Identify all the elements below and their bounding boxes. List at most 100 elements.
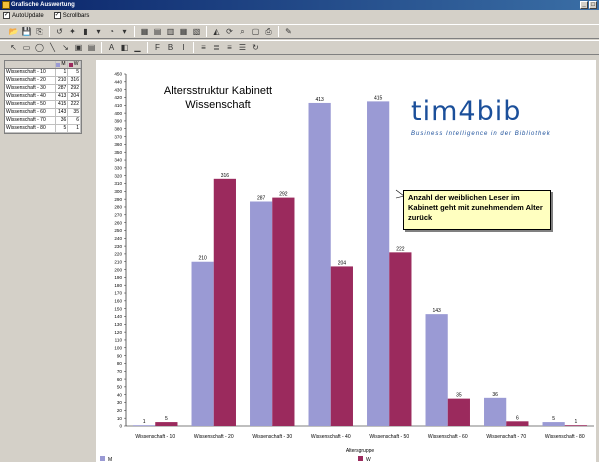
text-icon[interactable]: A bbox=[106, 42, 117, 53]
table-row[interactable]: Wissenschaft - 10 1 5 bbox=[5, 69, 81, 77]
open-icon[interactable]: 📂 bbox=[8, 26, 19, 37]
row-label[interactable]: Wissenschaft - 10 bbox=[5, 69, 56, 76]
cell-m[interactable]: 5 bbox=[56, 125, 69, 132]
row-label[interactable]: Wissenschaft - 80 bbox=[5, 125, 56, 132]
chart-wizard-icon[interactable]: ✦ bbox=[67, 26, 78, 37]
font-icon[interactable]: F bbox=[152, 42, 163, 53]
rotate-icon[interactable]: ⟳ bbox=[224, 26, 235, 37]
scrollbars-label: Scrollbars bbox=[62, 12, 90, 19]
y-tick-label: 290 bbox=[114, 197, 122, 202]
chart-type-icon[interactable]: ▮ bbox=[80, 26, 91, 37]
series-legend-icon[interactable]: ▥ bbox=[165, 26, 176, 37]
y-tick-label: 260 bbox=[114, 220, 122, 225]
datagrid-icon[interactable]: ▦ bbox=[139, 26, 150, 37]
cell-m[interactable]: 415 bbox=[56, 101, 69, 108]
cell-m[interactable]: 143 bbox=[56, 109, 69, 116]
scrollbars-check-icon[interactable]: ✓ bbox=[53, 12, 61, 19]
cell-m[interactable]: 1 bbox=[56, 69, 69, 76]
table-row[interactable]: Wissenschaft - 40 413 204 bbox=[5, 93, 81, 101]
cell-w[interactable]: 204 bbox=[68, 93, 81, 100]
bold-icon[interactable]: B bbox=[165, 42, 176, 53]
row-label[interactable]: Wissenschaft - 50 bbox=[5, 101, 56, 108]
data-label: 222 bbox=[396, 246, 405, 252]
row-label[interactable]: Wissenschaft - 70 bbox=[5, 117, 56, 124]
table-row[interactable]: Wissenschaft - 20 210 316 bbox=[5, 77, 81, 85]
align-left-icon[interactable]: ≡ bbox=[198, 42, 209, 53]
chart-panel[interactable]: 0 10 20 30 40 50 60 70 80 90 100 110 120 130 140 150 160… bbox=[96, 60, 596, 462]
row-label[interactable]: Wissenschaft - 40 bbox=[5, 93, 56, 100]
cell-w[interactable]: 5 bbox=[68, 69, 81, 76]
y-tick-label: 380 bbox=[114, 126, 122, 131]
justify-icon[interactable]: ☰ bbox=[237, 42, 248, 53]
table-row[interactable]: Wissenschaft - 60 143 35 bbox=[5, 109, 81, 117]
scrollbars-checkbox[interactable]: ✓ Scrollbars bbox=[53, 12, 90, 19]
legend-icon[interactable]: ▤ bbox=[152, 26, 163, 37]
logo-tagline: Business Intelligence in der Bibliothek bbox=[411, 131, 551, 137]
tools-icon[interactable]: ✎ bbox=[283, 26, 294, 37]
align-center-icon[interactable]: ≣ bbox=[211, 42, 222, 53]
autoupdate-checkbox[interactable]: ✓ AutoUpdate bbox=[3, 12, 44, 19]
series-m-swatch bbox=[56, 62, 61, 67]
cell-w[interactable]: 292 bbox=[68, 85, 81, 92]
y-tick-label: 0 bbox=[119, 424, 122, 429]
rectangle-icon[interactable]: ▭ bbox=[21, 42, 32, 53]
rotate-text-icon[interactable]: ↻ bbox=[250, 42, 261, 53]
copy-icon[interactable]: ⎘ bbox=[34, 26, 45, 37]
row-label[interactable]: Wissenschaft - 60 bbox=[5, 109, 56, 116]
undo-icon[interactable]: ↺ bbox=[54, 26, 65, 37]
image-icon[interactable]: ▣ bbox=[73, 42, 84, 53]
y-tick-label: 50 bbox=[117, 385, 123, 390]
cell-w[interactable]: 6 bbox=[68, 117, 81, 124]
row-label[interactable]: Wissenschaft - 20 bbox=[5, 77, 56, 84]
italic-icon[interactable]: I bbox=[178, 42, 189, 53]
picture-icon[interactable]: ▤ bbox=[86, 42, 97, 53]
dropdown-icon[interactable]: ▾ bbox=[119, 26, 130, 37]
data-label: 5 bbox=[165, 416, 168, 422]
column-header-w[interactable]: W bbox=[68, 61, 81, 68]
dropdown-icon[interactable]: ▾ bbox=[93, 26, 104, 37]
cell-m[interactable]: 413 bbox=[56, 93, 69, 100]
line-color-icon[interactable]: ▁ bbox=[132, 42, 143, 53]
toolbar-separator bbox=[134, 26, 135, 37]
line-icon[interactable]: ╲ bbox=[47, 42, 58, 53]
save-icon[interactable]: 💾 bbox=[21, 26, 32, 37]
window-titlebar[interactable]: Grafische Auswertung _ □ bbox=[0, 0, 599, 10]
cell-w[interactable]: 1 bbox=[68, 125, 81, 132]
fill-color-icon[interactable]: ◧ bbox=[119, 42, 130, 53]
annotation-callout[interactable]: Anzahl der weiblichen Leser im Kabinett … bbox=[403, 190, 551, 230]
chart-options-icon[interactable]: ▧ bbox=[191, 26, 202, 37]
autoupdate-check-icon[interactable]: ✓ bbox=[3, 12, 10, 19]
table-row[interactable]: Wissenschaft - 30 287 292 bbox=[5, 85, 81, 93]
cell-w[interactable]: 35 bbox=[68, 109, 81, 116]
cell-m[interactable]: 36 bbox=[56, 117, 69, 124]
ellipse-icon[interactable]: ◯ bbox=[34, 42, 45, 53]
cell-m[interactable]: 210 bbox=[56, 77, 69, 84]
cell-m[interactable]: 287 bbox=[56, 85, 69, 92]
gallery-icon[interactable]: ◔ bbox=[106, 26, 117, 37]
toolbar-separator bbox=[193, 42, 194, 53]
bar-w bbox=[155, 422, 178, 426]
table-icon[interactable]: ▦ bbox=[178, 26, 189, 37]
table-row[interactable]: Wissenschaft - 70 36 6 bbox=[5, 117, 81, 125]
cell-w[interactable]: 222 bbox=[68, 101, 81, 108]
y-tick-label: 100 bbox=[114, 345, 122, 350]
column-header-m[interactable]: M bbox=[56, 61, 69, 68]
3d-icon[interactable]: ◭ bbox=[211, 26, 222, 37]
data-label: 413 bbox=[315, 97, 324, 103]
tim4bib-logo: tim4bib Business Intelligence in der Bib… bbox=[401, 86, 561, 150]
table-row[interactable]: Wissenschaft - 80 5 1 bbox=[5, 125, 81, 133]
bar-w bbox=[213, 178, 236, 426]
minimize-button[interactable]: _ bbox=[580, 1, 588, 9]
print-preview-icon[interactable]: ▢ bbox=[250, 26, 261, 37]
bar-m bbox=[250, 201, 273, 426]
print-icon[interactable]: ⎙ bbox=[263, 26, 274, 37]
arrow-icon[interactable]: ↘ bbox=[60, 42, 71, 53]
row-label[interactable]: Wissenschaft - 30 bbox=[5, 85, 56, 92]
table-row[interactable]: Wissenschaft - 50 415 222 bbox=[5, 101, 81, 109]
align-right-icon[interactable]: ≡ bbox=[224, 42, 235, 53]
pointer-icon[interactable]: ↖ bbox=[8, 42, 19, 53]
zoom-icon[interactable]: ⌕ bbox=[237, 26, 248, 37]
data-grid[interactable]: M W Wissenschaft - 10 1 5 Wissenschaft - 20… bbox=[4, 60, 82, 134]
cell-w[interactable]: 316 bbox=[68, 77, 81, 84]
maximize-button[interactable]: □ bbox=[589, 1, 597, 9]
